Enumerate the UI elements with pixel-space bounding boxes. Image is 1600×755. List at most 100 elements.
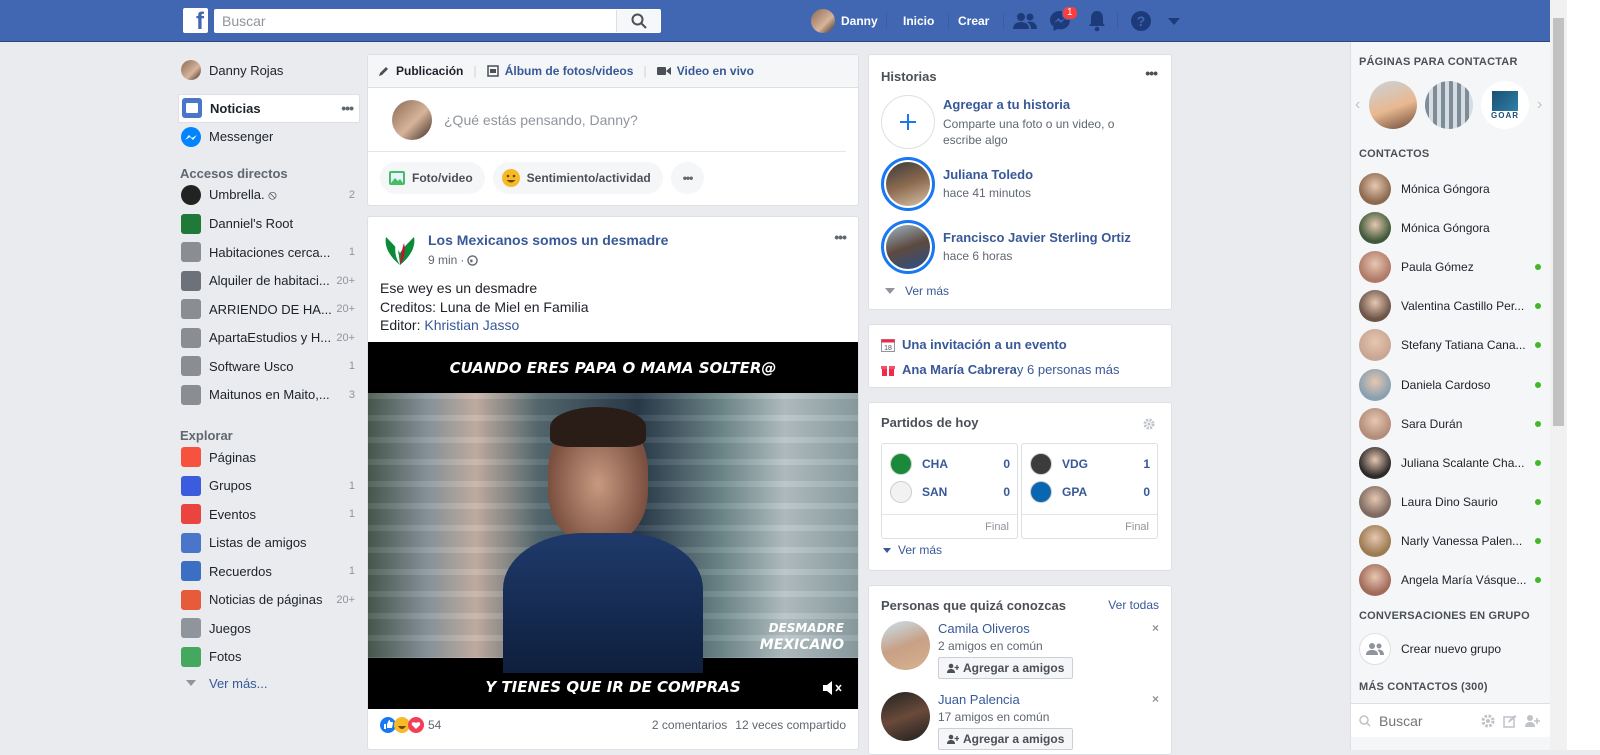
sidebar-item[interactable]: Juegos [178, 614, 360, 643]
person-name[interactable]: Camila Oliveros [938, 621, 1073, 636]
sidebar-item[interactable]: Danniel's Root [178, 210, 360, 239]
search-button[interactable] [616, 10, 660, 32]
page-avatar[interactable] [380, 229, 420, 269]
chat-contact[interactable]: Stefany Tatiana Cana... [1359, 326, 1549, 365]
person-name[interactable]: Juan Palencia [938, 692, 1073, 707]
tab-post[interactable]: Publicación [368, 64, 473, 78]
more-options-icon[interactable]: ••• [341, 100, 354, 116]
sidebar-item-messenger[interactable]: Messenger [178, 123, 360, 152]
chat-contact[interactable]: Mónica Góngora [1359, 208, 1549, 247]
gear-icon[interactable] [1143, 418, 1155, 430]
page-avatar[interactable] [1369, 81, 1417, 129]
chevron-left-icon[interactable]: ‹ [1355, 96, 1369, 114]
friend-requests-button[interactable] [1013, 9, 1037, 33]
tab-live-video[interactable]: Video en vivo [647, 64, 764, 78]
sidebar-item[interactable]: Umbrella. ⦸ 2 [178, 181, 360, 210]
sidebar-item[interactable]: Páginas [178, 443, 360, 472]
count-badge: 1 [348, 246, 355, 259]
messages-button[interactable]: 1 [1048, 6, 1078, 33]
contact-name: Juliana Scalante Cha... [1401, 455, 1525, 470]
add-story[interactable]: Agregar a tu historia Comparte una foto … [881, 95, 1143, 149]
online-indicator [1535, 263, 1541, 270]
chat-contact[interactable]: Narly Vanessa Palen... [1359, 522, 1549, 561]
create-link[interactable]: Crear [958, 0, 989, 42]
post-timestamp[interactable]: 9 min [428, 253, 457, 267]
page-avatar[interactable] [1425, 81, 1473, 129]
scrollbar-thumb[interactable] [1553, 18, 1564, 426]
chat-contact[interactable]: Angela María Vásque... [1359, 561, 1549, 600]
dismiss-icon[interactable]: × [1152, 692, 1159, 706]
see-all-link[interactable]: Ver todas [1108, 598, 1159, 612]
see-more-link[interactable]: Ver más... [178, 671, 360, 695]
sidebar-item[interactable]: Alquiler de habitaci... 20+ [178, 267, 360, 296]
create-group-button[interactable]: Crear nuevo grupo [1359, 633, 1501, 665]
editor-link[interactable]: Khristian Jasso [424, 317, 519, 333]
sidebar-item[interactable]: Habitaciones cerca... 1 [178, 238, 360, 267]
add-friend-button[interactable]: Agregar a amigos [938, 657, 1074, 679]
profile-shortcut[interactable]: Danny Rojas [178, 56, 360, 84]
reactions-summary[interactable]: 54 [380, 717, 441, 733]
post-video[interactable]: CUANDO ERES PAPA O MAMA SOLTER@ DESMADRE… [368, 342, 858, 709]
birthday-link[interactable]: Ana María Cabrera [902, 362, 1017, 377]
feeling-activity-button[interactable]: Sentimiento/actividad [492, 162, 663, 194]
profile-link[interactable]: Danny [811, 0, 878, 42]
sidebar-item[interactable]: Eventos 1 [178, 500, 360, 529]
comments-count[interactable]: 2 comentarios [652, 718, 727, 732]
photo-video-button[interactable]: Foto/video [380, 162, 485, 194]
chevron-down-icon [883, 547, 891, 553]
chat-contact[interactable]: Mónica Góngora [1359, 169, 1549, 208]
sidebar-item[interactable]: ARRIENDO DE HA... 20+ [178, 295, 360, 324]
story-item[interactable]: Juliana Toledo hace 41 minutos [881, 157, 1033, 211]
dismiss-icon[interactable]: × [1152, 621, 1159, 635]
post-options-icon[interactable]: ••• [834, 229, 847, 245]
chat-contact[interactable]: Sara Durán [1359, 404, 1549, 443]
chat-contact[interactable]: Daniela Cardoso [1359, 365, 1549, 404]
chat-contact[interactable]: Valentina Castillo Per... [1359, 287, 1549, 326]
event-invite-link[interactable]: Una invitación a un evento [902, 337, 1067, 352]
match-box[interactable]: VDG 1 GPA 0 Final [1021, 443, 1158, 539]
post-text-line: Ese wey es un desmadre [380, 280, 538, 296]
story-item[interactable]: Francisco Javier Sterling Ortiz hace 6 ho… [881, 220, 1131, 274]
sidebar-item[interactable]: ApartaEstudios y H... 20+ [178, 324, 360, 353]
search-input[interactable] [215, 10, 610, 32]
more-options-button[interactable]: ••• [670, 162, 705, 194]
sidebar-item[interactable]: Fotos [178, 643, 360, 672]
stories-see-more[interactable]: Ver más [885, 284, 949, 298]
facebook-logo[interactable]: f [183, 8, 208, 33]
avatar [811, 9, 835, 33]
post-page-name[interactable]: Los Mexicanos somos un desmadre [428, 232, 668, 248]
chevron-right-icon[interactable]: › [1537, 96, 1542, 114]
chat-contact[interactable]: Paula Gómez [1359, 247, 1549, 286]
sidebar-item[interactable]: Listas de amigos [178, 529, 360, 558]
sidebar-item[interactable]: Noticias de páginas 20+ [178, 586, 360, 615]
notifications-button[interactable] [1085, 9, 1109, 33]
add-group-icon[interactable] [1525, 714, 1541, 728]
tab-photo-album[interactable]: Álbum de fotos/videos [477, 64, 644, 78]
matches-see-more[interactable]: Ver más [883, 543, 942, 557]
sidebar-item[interactable]: Maitunos en Maito,... 3 [178, 381, 360, 410]
chat-contact[interactable]: Juliana Scalante Cha... [1359, 443, 1549, 482]
chat-contact[interactable]: Laura Dino Saurio [1359, 483, 1549, 522]
gear-icon[interactable] [1481, 714, 1495, 728]
avatar[interactable] [881, 692, 930, 741]
stories-title: Historias [881, 69, 937, 84]
stories-options-icon[interactable]: ••• [1145, 65, 1158, 81]
shares-count[interactable]: 12 veces compartido [735, 718, 846, 732]
home-link[interactable]: Inicio [903, 0, 934, 42]
chat-search-input[interactable] [1379, 712, 1479, 729]
page-avatar[interactable]: GOAR [1481, 81, 1529, 129]
match-box[interactable]: CHA 0 SAN 0 Final [881, 443, 1018, 539]
sidebar-item[interactable]: Recuerdos 1 [178, 557, 360, 586]
sidebar-item-news-feed[interactable]: Noticias ••• [178, 94, 360, 123]
avatar [1359, 368, 1391, 401]
add-story-button[interactable] [881, 95, 935, 149]
add-friend-button[interactable]: Agregar a amigos [938, 728, 1074, 750]
status-input[interactable]: ¿Qué estás pensando, Danny? [444, 112, 638, 128]
avatar[interactable] [881, 621, 930, 670]
help-button[interactable]: ? [1129, 9, 1153, 33]
sidebar-item[interactable]: Software Usco 1 [178, 352, 360, 381]
account-menu-button[interactable] [1162, 9, 1186, 33]
compose-icon[interactable] [1503, 714, 1517, 728]
mute-icon[interactable] [822, 679, 844, 697]
sidebar-item[interactable]: Grupos 1 [178, 472, 360, 501]
